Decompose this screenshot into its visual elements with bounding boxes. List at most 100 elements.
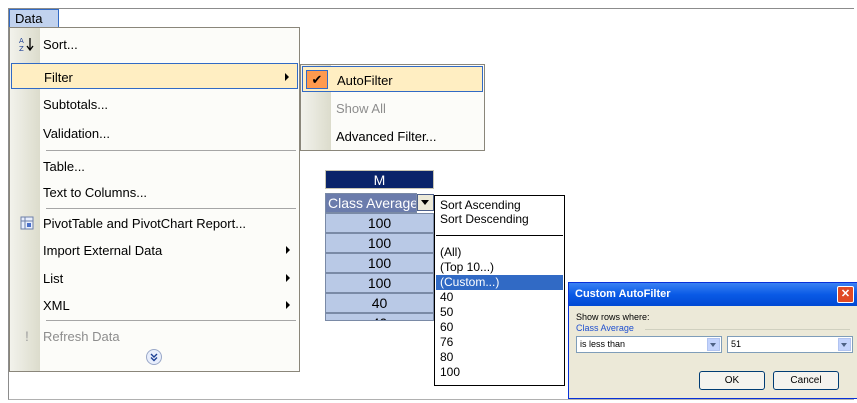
list-item-sort-ascending[interactable]: Sort Ascending — [436, 198, 563, 213]
menu-item-refresh-label: Refresh Data — [43, 329, 120, 344]
autofilter-dropdown-button[interactable] — [417, 194, 434, 211]
table-cell[interactable]: 100 — [325, 253, 434, 273]
cancel-button[interactable]: Cancel — [773, 371, 839, 390]
operator-combo[interactable]: is less than — [576, 336, 722, 353]
chevron-down-icon — [710, 343, 716, 347]
custom-autofilter-dialog: Custom AutoFilter ✕ Show rows where: Cla… — [568, 282, 857, 399]
list-item[interactable]: 76 — [436, 335, 563, 350]
menu-item-list[interactable]: List — [11, 265, 298, 291]
submenu-item-advanced-filter[interactable]: Advanced Filter... — [302, 123, 483, 149]
list-item-label: 80 — [440, 350, 454, 364]
list-item-all[interactable]: (All) — [436, 245, 563, 260]
menu-item-validation-label: Validation... — [43, 126, 110, 141]
submenu-item-show-all-label: Show All — [336, 101, 386, 116]
table-cell[interactable]: 100 — [325, 273, 434, 293]
refresh-icon: ! — [25, 328, 29, 344]
close-icon[interactable]: ✕ — [837, 286, 854, 303]
menu-item-sort[interactable]: AZ Sort... — [11, 31, 298, 57]
menu-item-xml-label: XML — [43, 298, 70, 313]
show-rows-label: Show rows where: — [576, 312, 650, 322]
list-item-custom[interactable]: (Custom...) — [436, 275, 563, 290]
submenu-arrow-icon — [286, 246, 290, 254]
submenu-arrow-icon — [285, 73, 289, 81]
cell-value: 40 — [371, 295, 388, 311]
chevron-down-icon — [841, 343, 847, 347]
cell-value: 100 — [367, 235, 392, 251]
list-item-label: 50 — [440, 305, 454, 319]
menu-item-import-label: Import External Data — [43, 243, 163, 258]
criteria-value: 51 — [731, 339, 742, 349]
cancel-button-label: Cancel — [790, 375, 822, 386]
table-cell[interactable]: 100 — [325, 233, 434, 253]
table-cell[interactable]: 40 — [325, 293, 434, 313]
pivottable-icon — [19, 215, 35, 231]
svg-text:A: A — [19, 37, 24, 45]
list-item-label: (All) — [440, 245, 462, 259]
svg-text:Z: Z — [19, 45, 24, 52]
menu-item-filter-label: Filter — [44, 70, 73, 85]
table-cell[interactable]: 100 — [325, 213, 434, 233]
submenu-item-autofilter[interactable]: ✔ AutoFilter — [302, 66, 483, 92]
menu-item-sort-label: Sort... — [43, 37, 78, 52]
column-header-m[interactable]: M — [325, 170, 434, 189]
cell-value: 100 — [367, 255, 392, 271]
list-item[interactable]: 40 — [436, 290, 563, 305]
menu-item-subtotals-label: Subtotals... — [43, 97, 109, 112]
menu-separator — [46, 320, 296, 321]
menu-item-subtotals[interactable]: Subtotals... — [11, 91, 298, 117]
menu-item-pivottable[interactable]: PivotTable and PivotChart Report... — [11, 210, 298, 236]
criteria-combo[interactable]: 51 — [727, 336, 853, 353]
group-divider — [645, 329, 850, 330]
menu-data[interactable]: Data — [9, 9, 59, 28]
menu-data-label: Data — [15, 11, 43, 26]
ok-button[interactable]: OK — [699, 371, 765, 390]
menu-item-pivottable-label: PivotTable and PivotChart Report... — [43, 216, 247, 231]
list-item[interactable]: 60 — [436, 320, 563, 335]
list-item[interactable]: 80 — [436, 350, 563, 365]
list-item[interactable]: 100 — [436, 365, 563, 380]
list-item-label: 100 — [440, 365, 461, 379]
cell-value: 100 — [367, 275, 392, 291]
menu-item-list-label: List — [43, 271, 64, 286]
submenu-arrow-icon — [286, 301, 290, 309]
menu-item-filter[interactable]: Filter — [11, 63, 298, 89]
list-separator — [436, 235, 563, 236]
sort-az-icon: AZ — [19, 36, 35, 53]
menu-item-text-to-columns-label: Text to Columns... — [43, 185, 148, 200]
operator-dropdown-button[interactable] — [707, 338, 720, 351]
menu-separator — [46, 150, 296, 151]
submenu-item-show-all[interactable]: Show All — [302, 95, 483, 121]
list-item-top-10[interactable]: (Top 10...) — [436, 260, 563, 275]
list-item[interactable]: 50 — [436, 305, 563, 320]
menu-item-import-external-data[interactable]: Import External Data — [11, 237, 298, 263]
menu-item-xml[interactable]: XML — [11, 292, 298, 318]
header-cell-class-average[interactable]: Class Average — [325, 193, 417, 213]
filter-submenu: ✔ AutoFilter Show All Advanced Filter... — [300, 64, 485, 151]
list-item-label: 40 — [440, 290, 454, 304]
submenu-arrow-icon — [286, 274, 290, 282]
submenu-item-autofilter-label: AutoFilter — [337, 73, 393, 88]
menu-item-table[interactable]: Table... — [11, 153, 298, 179]
list-item-label: 76 — [440, 335, 454, 349]
criteria-dropdown-button[interactable] — [838, 338, 851, 351]
check-icon: ✔ — [306, 70, 328, 89]
data-menu: AZ Sort... Filter Subtotals... Validatio… — [9, 27, 300, 372]
dialog-title-bar[interactable]: Custom AutoFilter ✕ — [569, 283, 857, 306]
header-cell-text: Class Average — [328, 195, 417, 211]
dropdown-arrow-icon — [421, 200, 429, 205]
list-item-label: 60 — [440, 320, 454, 334]
menu-separator — [46, 208, 296, 209]
menu-item-validation[interactable]: Validation... — [11, 120, 298, 146]
table-cell[interactable]: 40 — [325, 313, 434, 321]
dialog-title: Custom AutoFilter — [575, 288, 671, 300]
column-letter: M — [373, 172, 386, 188]
ok-button-label: OK — [724, 375, 740, 386]
operator-value: is less than — [580, 339, 626, 349]
menu-item-refresh-data[interactable]: ! Refresh Data — [11, 323, 298, 349]
list-item-sort-descending[interactable]: Sort Descending — [436, 212, 563, 227]
list-item-label: Sort Ascending — [440, 198, 521, 212]
field-name-label: Class Average — [576, 323, 634, 333]
double-chevron-down-icon[interactable] — [146, 349, 162, 365]
menu-item-text-to-columns[interactable]: Text to Columns... — [11, 179, 298, 205]
list-item-label: Sort Descending — [440, 212, 529, 226]
